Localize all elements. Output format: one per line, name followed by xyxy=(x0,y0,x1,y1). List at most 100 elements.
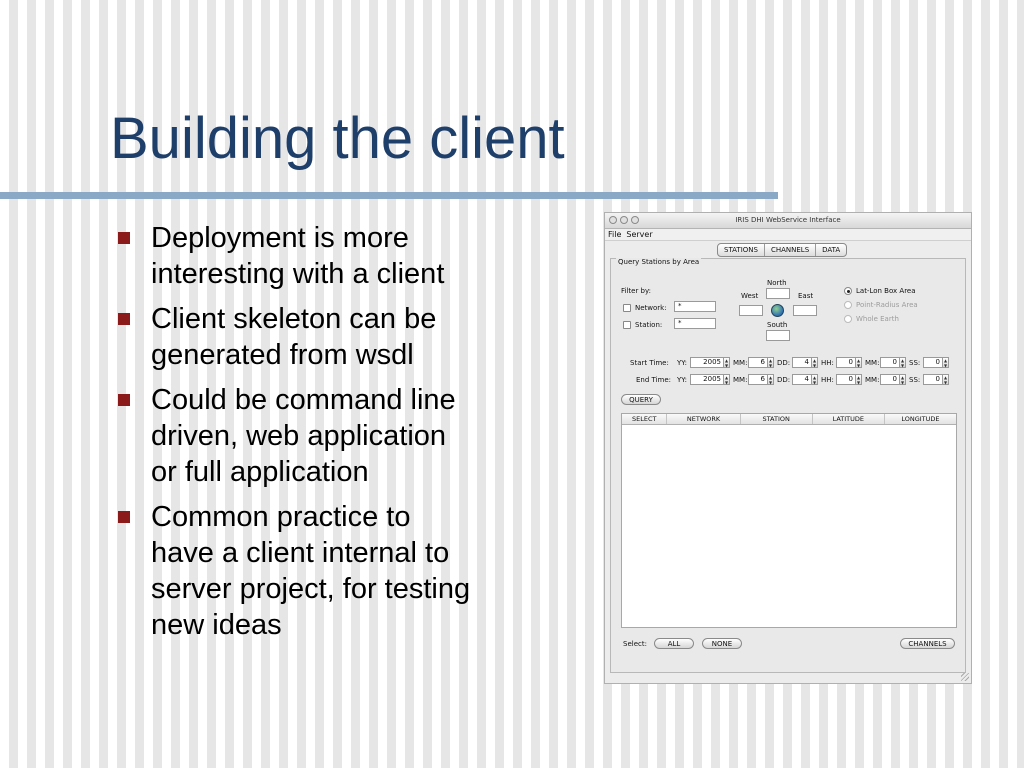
network-input[interactable]: * xyxy=(674,301,716,312)
south-input[interactable] xyxy=(766,330,790,341)
stepper-arrows-icon[interactable]: ▲ ▼ xyxy=(900,357,906,368)
bullet-line: Common practice to xyxy=(151,501,411,533)
start-hh-label: HH: xyxy=(821,359,834,367)
stepper-arrows-icon[interactable]: ▲ ▼ xyxy=(943,357,949,368)
tab-channels[interactable]: CHANNELS xyxy=(765,244,817,256)
start-dd-label: DD: xyxy=(777,359,791,367)
column-header-select[interactable]: SELECT xyxy=(622,414,668,424)
start-ss-label: SS: xyxy=(909,359,921,367)
bullet-line: Client skeleton can be xyxy=(151,303,437,335)
stepper-arrows-icon[interactable]: ▲ ▼ xyxy=(812,357,818,368)
bullet-item: Deployment is more interesting with a cli… xyxy=(118,220,538,292)
start-hh-value[interactable]: 0 xyxy=(836,357,856,368)
panel-title: Query Stations by Area xyxy=(616,258,702,266)
menu-bar: File Server xyxy=(605,229,971,241)
stepper-arrows-icon[interactable]: ▲ ▼ xyxy=(724,357,730,368)
end-ss-value[interactable]: 0 xyxy=(923,374,943,385)
stations-table[interactable]: SELECT NETWORK STATION LATITUDE LONGITUD… xyxy=(621,413,957,628)
stepper-arrows-icon[interactable]: ▲ ▼ xyxy=(900,374,906,385)
end-min-value[interactable]: 0 xyxy=(880,374,900,385)
network-label: Network: xyxy=(635,304,667,312)
end-min-label: MM: xyxy=(865,376,880,384)
start-yy-stepper[interactable]: 2005 ▲ ▼ xyxy=(690,357,730,368)
start-mm-stepper[interactable]: 6 ▲ ▼ xyxy=(748,357,774,368)
bullet-line: have a client internal to xyxy=(151,537,450,569)
point-radius-radio[interactable] xyxy=(844,301,852,309)
network-checkbox[interactable] xyxy=(623,304,631,312)
bullet-line: generated from wsdl xyxy=(151,339,414,371)
stepper-arrows-icon[interactable]: ▲ ▼ xyxy=(943,374,949,385)
end-hh-label: HH: xyxy=(821,376,834,384)
resize-grip-icon[interactable] xyxy=(961,673,969,681)
start-dd-stepper[interactable]: 4 ▲ ▼ xyxy=(792,357,818,368)
bullet-item: Could be command line driven, web applica… xyxy=(118,382,538,490)
east-input[interactable] xyxy=(793,305,817,316)
start-mm-label: MM: xyxy=(733,359,748,367)
channels-button[interactable]: CHANNELS xyxy=(900,638,955,649)
table-header: SELECT NETWORK STATION LATITUDE LONGITUD… xyxy=(622,414,956,425)
query-panel: Query Stations by Area Filter by: Networ… xyxy=(610,258,966,673)
end-yy-value[interactable]: 2005 xyxy=(690,374,724,385)
station-label: Station: xyxy=(635,321,663,329)
bullet-line: driven, web application xyxy=(151,420,447,452)
bullet-line: Deployment is more xyxy=(151,222,409,254)
start-min-label: MM: xyxy=(865,359,880,367)
end-hh-stepper[interactable]: 0 ▲ ▼ xyxy=(836,374,862,385)
start-hh-stepper[interactable]: 0 ▲ ▼ xyxy=(836,357,862,368)
stepper-arrows-icon[interactable]: ▲ ▼ xyxy=(856,357,862,368)
start-ss-value[interactable]: 0 xyxy=(923,357,943,368)
start-dd-value[interactable]: 4 xyxy=(792,357,812,368)
north-input[interactable] xyxy=(766,288,790,299)
end-mm-stepper[interactable]: 6 ▲ ▼ xyxy=(748,374,774,385)
end-min-stepper[interactable]: 0 ▲ ▼ xyxy=(880,374,906,385)
north-label: North xyxy=(767,279,787,287)
select-all-button[interactable]: ALL xyxy=(654,638,694,649)
title-divider xyxy=(0,192,778,199)
stepper-arrows-icon[interactable]: ▲ ▼ xyxy=(856,374,862,385)
column-header-longitude[interactable]: LONGITUDE xyxy=(885,414,956,424)
south-label: South xyxy=(767,321,788,329)
column-header-latitude[interactable]: LATITUDE xyxy=(813,414,885,424)
bullet-square-icon xyxy=(118,511,130,523)
bullet-square-icon xyxy=(118,394,130,406)
end-hh-value[interactable]: 0 xyxy=(836,374,856,385)
start-ss-stepper[interactable]: 0 ▲ ▼ xyxy=(923,357,949,368)
stepper-arrows-icon[interactable]: ▲ ▼ xyxy=(724,374,730,385)
window-title: IRIS DHI WebService Interface xyxy=(735,216,841,224)
west-input[interactable] xyxy=(739,305,763,316)
start-mm-value[interactable]: 6 xyxy=(748,357,768,368)
station-checkbox[interactable] xyxy=(623,321,631,329)
start-min-stepper[interactable]: 0 ▲ ▼ xyxy=(880,357,906,368)
start-yy-value[interactable]: 2005 xyxy=(690,357,724,368)
end-dd-label: DD: xyxy=(777,376,791,384)
end-yy-stepper[interactable]: 2005 ▲ ▼ xyxy=(690,374,730,385)
lat-lon-label: Lat-Lon Box Area xyxy=(856,287,916,295)
column-header-network[interactable]: NETWORK xyxy=(667,414,741,424)
window-titlebar[interactable]: IRIS DHI WebService Interface xyxy=(605,213,971,229)
end-mm-value[interactable]: 6 xyxy=(748,374,768,385)
end-dd-stepper[interactable]: 4 ▲ ▼ xyxy=(792,374,818,385)
east-label: East xyxy=(798,292,814,300)
stepper-arrows-icon[interactable]: ▲ ▼ xyxy=(768,357,774,368)
end-time-label: End Time: xyxy=(636,376,672,384)
menu-file[interactable]: File xyxy=(608,230,621,239)
end-dd-value[interactable]: 4 xyxy=(792,374,812,385)
app-window: IRIS DHI WebService Interface File Server… xyxy=(604,212,972,684)
station-input[interactable]: * xyxy=(674,318,716,329)
tab-bar: STATIONS CHANNELS DATA xyxy=(717,243,848,257)
whole-earth-label: Whole Earth xyxy=(856,315,899,323)
stepper-arrows-icon[interactable]: ▲ ▼ xyxy=(768,374,774,385)
end-ss-stepper[interactable]: 0 ▲ ▼ xyxy=(923,374,949,385)
select-label: Select: xyxy=(623,640,647,648)
bullet-line: server project, for testing xyxy=(151,573,471,605)
tab-data[interactable]: DATA xyxy=(816,244,846,256)
query-button[interactable]: QUERY xyxy=(621,394,661,405)
whole-earth-radio[interactable] xyxy=(844,315,852,323)
column-header-station[interactable]: STATION xyxy=(741,414,813,424)
select-none-button[interactable]: NONE xyxy=(702,638,742,649)
menu-server[interactable]: Server xyxy=(626,230,652,239)
tab-stations[interactable]: STATIONS xyxy=(718,244,765,256)
lat-lon-radio[interactable] xyxy=(844,287,852,295)
start-min-value[interactable]: 0 xyxy=(880,357,900,368)
stepper-arrows-icon[interactable]: ▲ ▼ xyxy=(812,374,818,385)
